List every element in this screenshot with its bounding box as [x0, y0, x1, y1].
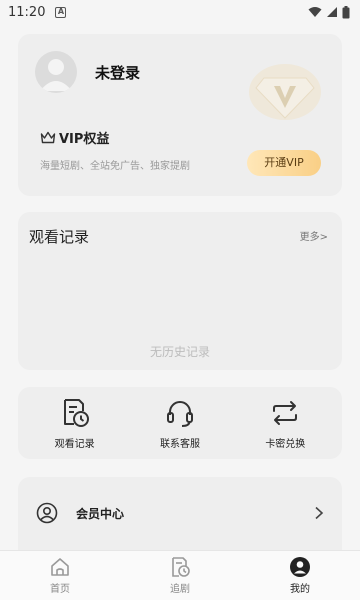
- history-doc-icon: [63, 398, 89, 427]
- quick-actions: 观看记录 联系客服 卡密兑换: [18, 387, 342, 459]
- menu-item-member-center[interactable]: 会员中心: [18, 499, 342, 527]
- vip-title: VIP权益: [40, 128, 109, 147]
- tab-home[interactable]: 首页: [0, 551, 120, 600]
- tab-mine[interactable]: 我的: [240, 551, 360, 600]
- chevron-right-icon: [315, 506, 324, 520]
- quick-action-history[interactable]: 观看记录: [30, 397, 120, 450]
- quick-action-redeem[interactable]: 卡密兑换: [240, 397, 330, 450]
- quick-action-redeem-label: 卡密兑换: [265, 438, 306, 450]
- crown-icon: [40, 131, 56, 144]
- default-avatar-icon: [40, 59, 72, 91]
- username[interactable]: 未登录: [95, 62, 140, 83]
- history-card: 观看记录 更多> 无历史记录: [18, 212, 342, 370]
- history-title: 观看记录: [29, 228, 90, 246]
- tab-home-label: 首页: [50, 584, 70, 595]
- battery-icon: [342, 5, 350, 18]
- avatar[interactable]: [35, 51, 77, 93]
- history-empty-text: 无历史记录: [149, 345, 210, 359]
- wifi-icon: [308, 7, 322, 17]
- vip-diamond-icon: [249, 64, 321, 120]
- vip-description: 海量短剧、全站免广告、独家提剧: [40, 161, 190, 172]
- user-circle-icon: [36, 502, 58, 524]
- bottom-tab-bar: 首页 追剧 我的: [0, 550, 360, 600]
- status-right: [308, 5, 350, 19]
- notification-a-icon: A: [55, 6, 67, 18]
- tab-follow-label: 追剧: [170, 584, 190, 595]
- history-more-link[interactable]: 更多>: [300, 228, 328, 243]
- status-time: 11:20: [8, 4, 46, 20]
- follow-icon: [172, 557, 190, 577]
- quick-action-service[interactable]: 联系客服: [135, 397, 225, 450]
- quick-action-service-label: 联系客服: [159, 438, 200, 450]
- signal-icon: [327, 7, 337, 17]
- quick-action-history-label: 观看记录: [54, 438, 95, 450]
- open-vip-button[interactable]: 开通VIP: [247, 150, 321, 176]
- home-icon: [51, 558, 69, 576]
- status-bar: 11:20 A: [0, 0, 360, 24]
- status-left: 11:20 A: [8, 4, 67, 20]
- headset-icon: [166, 400, 193, 427]
- menu-item-member-center-label: 会员中心: [76, 506, 125, 521]
- tab-follow[interactable]: 追剧: [120, 551, 240, 600]
- profile-card: 未登录 VIP权益 海量短剧、全站免广告、独家提剧 开通VIP: [18, 34, 342, 196]
- profile-icon: [290, 557, 310, 577]
- vip-title-label: VIP权益: [59, 132, 110, 147]
- tab-mine-label: 我的: [290, 584, 310, 595]
- exchange-icon: [273, 400, 298, 425]
